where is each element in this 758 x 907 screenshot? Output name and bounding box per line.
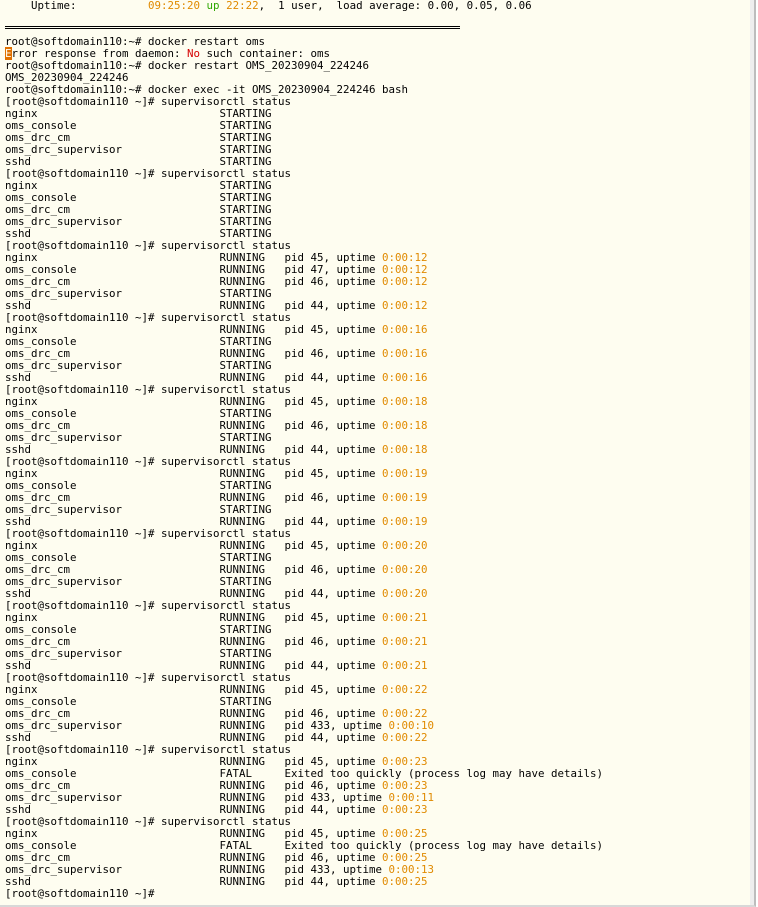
uptime-value: 0:00:20	[382, 539, 428, 552]
uptime-line: Uptime: 09:25:20 up 22:22, 1 user, load …	[5, 0, 754, 12]
separator-line	[5, 24, 754, 36]
terminal-lines: root@softdomain110:~# docker restart oms…	[5, 12, 754, 900]
uptime-value: 0:00:21	[382, 611, 428, 624]
uptime-value: 0:00:18	[382, 443, 428, 456]
uptime-value: 0:00:22	[382, 731, 428, 744]
uptime-value: 0:00:20	[382, 563, 428, 576]
uptime-duration: 22:22	[226, 0, 259, 12]
uptime-value: 0:00:20	[382, 587, 428, 600]
uptime-value: 0:00:16	[382, 347, 428, 360]
uptime-value: 0:00:12	[382, 275, 428, 288]
uptime-value: 0:00:16	[382, 323, 428, 336]
uptime-value: 0:00:18	[382, 395, 428, 408]
uptime-time: 09:25:20	[148, 0, 201, 12]
uptime-value: 0:00:25	[382, 875, 428, 888]
terminal-line: [root@softdomain110 ~]#	[5, 887, 155, 900]
uptime-value: 0:00:21	[382, 659, 428, 672]
uptime-rest: , 1 user, load average: 0.00, 0.05, 0.06	[258, 0, 532, 12]
uptime-value: 0:00:19	[382, 467, 428, 480]
uptime-value: 0:00:21	[382, 635, 428, 648]
uptime-value: 0:00:23	[382, 803, 428, 816]
uptime-value: 0:00:16	[382, 371, 428, 384]
uptime-value: 0:00:19	[382, 515, 428, 528]
uptime-up-word: up	[206, 0, 220, 12]
uptime-value: 0:00:18	[382, 419, 428, 432]
uptime-label: Uptime:	[5, 0, 149, 12]
uptime-value: 0:00:22	[382, 683, 428, 696]
uptime-value: 0:00:19	[382, 491, 428, 504]
terminal-window[interactable]: Uptime: 09:25:20 up 22:22, 1 user, load …	[0, 0, 756, 907]
uptime-value: 0:00:12	[382, 299, 428, 312]
terminal-scrollbar[interactable]	[750, 0, 754, 905]
terminal-output: Uptime: 09:25:20 up 22:22, 1 user, load …	[0, 0, 754, 900]
